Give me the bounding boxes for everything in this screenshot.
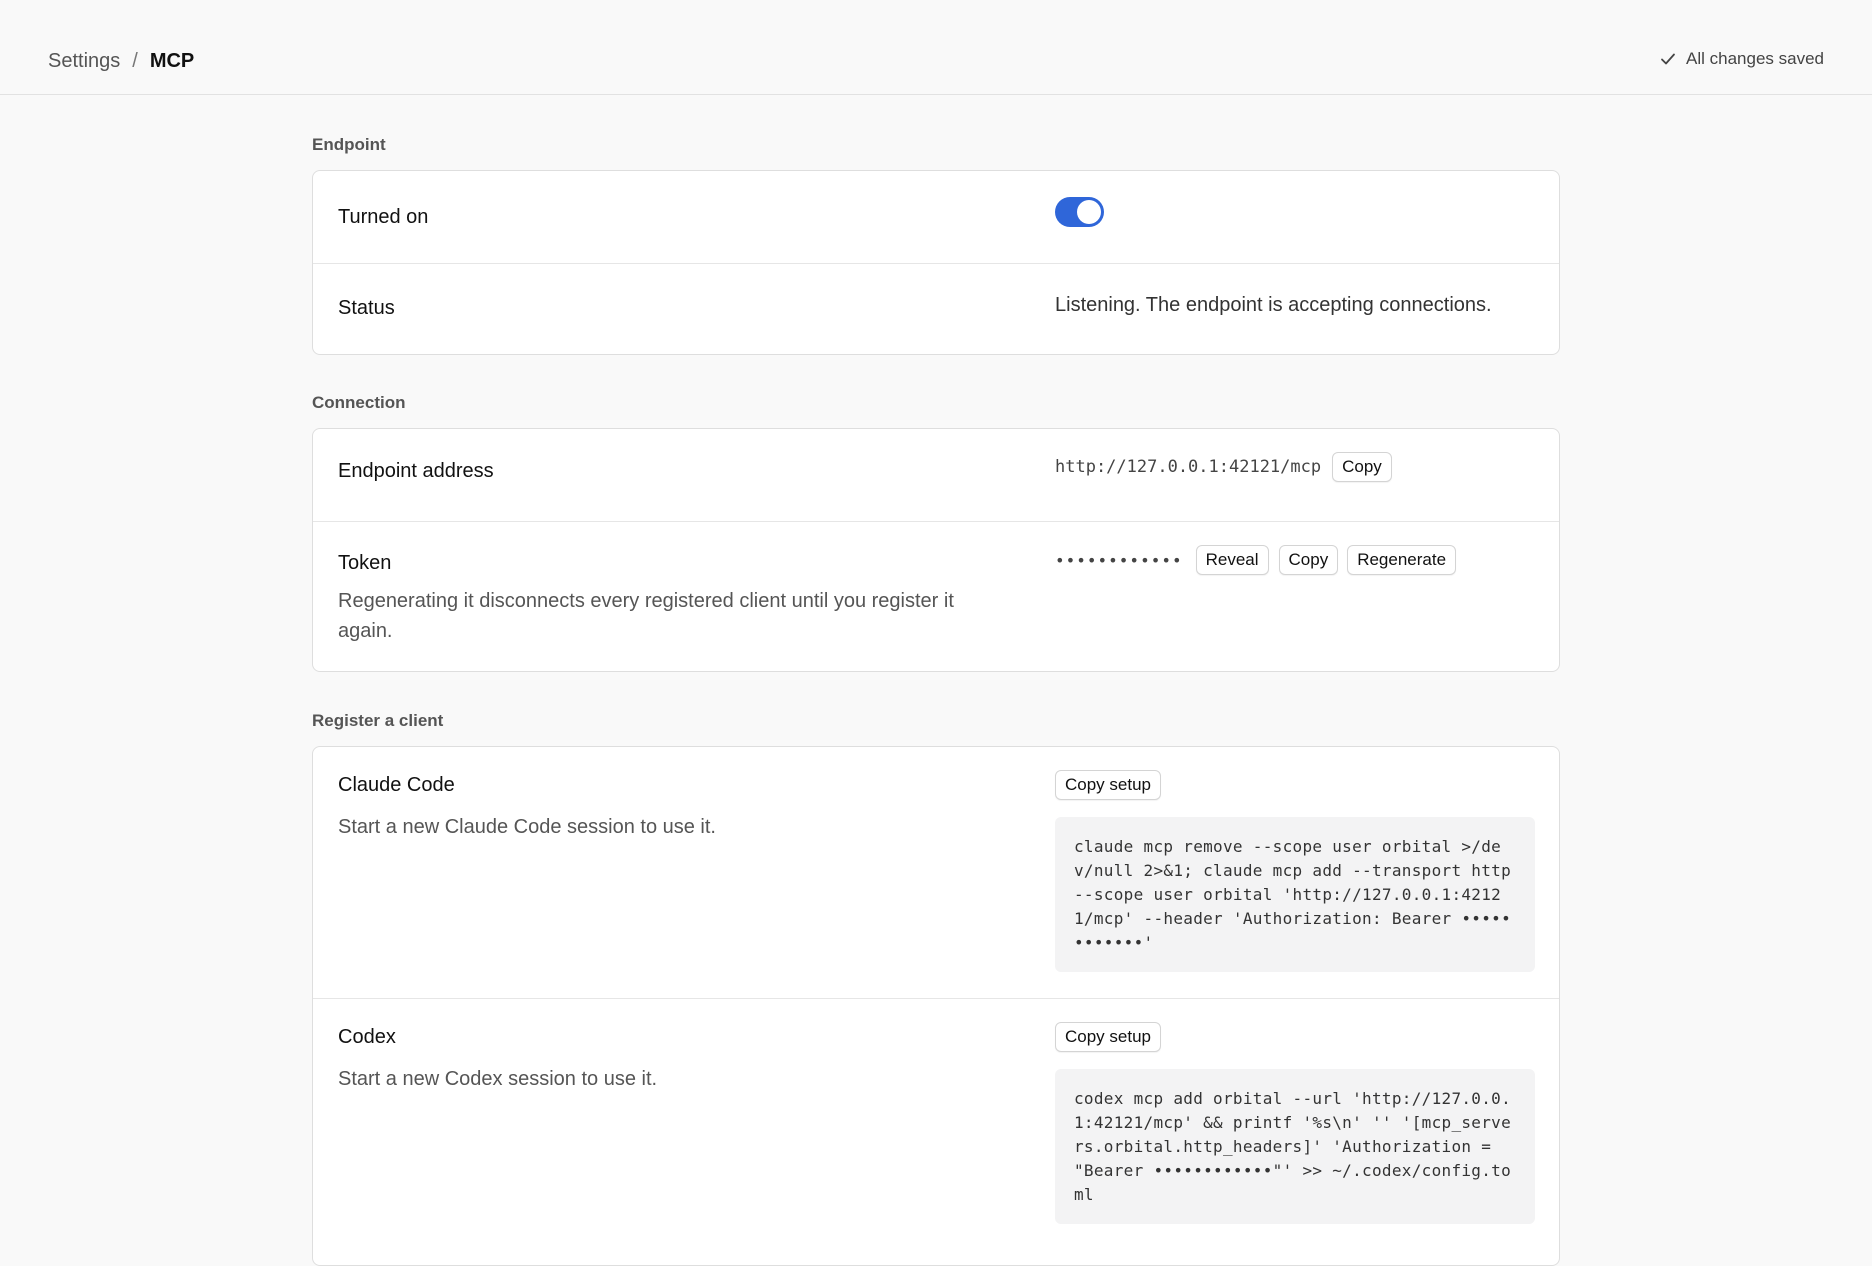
register-client-card: Claude Code Start a new Claude Code sess… — [312, 746, 1560, 1266]
connection-card: Endpoint address http://127.0.0.1:42121/… — [312, 428, 1560, 672]
client-row-claude-code: Claude Code Start a new Claude Code sess… — [313, 747, 1559, 998]
top-bar: Settings / MCP All changes saved — [0, 0, 1872, 95]
client-name: Codex — [338, 1026, 396, 1048]
section-title-connection: Connection — [312, 393, 406, 412]
token-label: Token — [338, 552, 392, 574]
copy-address-button[interactable]: Copy — [1332, 452, 1392, 482]
token-description: Regenerating it disconnects every regist… — [338, 590, 954, 642]
token-masked-value: •••••••••••• — [1055, 550, 1183, 570]
save-status: All changes saved — [1660, 48, 1824, 70]
client-description: Start a new Codex session to use it. — [338, 1068, 658, 1090]
breadcrumb-settings[interactable]: Settings — [48, 48, 120, 74]
setup-command-code-block[interactable]: codex mcp add orbital --url 'http://127.… — [1055, 1069, 1535, 1224]
breadcrumb: Settings / MCP — [48, 48, 194, 74]
row-token: Token Regenerating it disconnects every … — [313, 521, 1559, 671]
copy-token-button[interactable]: Copy — [1278, 545, 1339, 575]
section-title-endpoint: Endpoint — [312, 135, 386, 154]
turned-on-label: Turned on — [338, 206, 429, 228]
toggle-knob — [1077, 200, 1101, 224]
check-icon — [1661, 53, 1675, 65]
copy-setup-button[interactable]: Copy setup — [1055, 770, 1161, 800]
row-status: Status Listening. The endpoint is accept… — [313, 263, 1559, 354]
status-label: Status — [338, 297, 395, 319]
setup-command-code-block[interactable]: claude mcp remove --scope user orbital >… — [1055, 817, 1535, 972]
reveal-token-button[interactable]: Reveal — [1195, 545, 1269, 575]
endpoint-address-label: Endpoint address — [338, 460, 494, 482]
endpoint-card: Turned on Status Listening. The endpoint… — [312, 170, 1560, 355]
client-name: Claude Code — [338, 774, 455, 796]
row-endpoint-address: Endpoint address http://127.0.0.1:42121/… — [313, 429, 1559, 521]
regenerate-token-button[interactable]: Regenerate — [1347, 545, 1457, 575]
endpoint-address-value: http://127.0.0.1:42121/mcp — [1055, 457, 1322, 477]
section-title-register-client: Register a client — [312, 711, 444, 730]
endpoint-toggle[interactable] — [1055, 197, 1104, 227]
copy-setup-button[interactable]: Copy setup — [1055, 1022, 1161, 1052]
save-status-text: All changes saved — [1686, 49, 1824, 68]
breadcrumb-current-page: MCP — [149, 50, 195, 72]
client-row-codex: Codex Start a new Codex session to use i… — [313, 998, 1559, 1265]
breadcrumb-separator: / — [132, 50, 138, 72]
row-turned-on: Turned on — [313, 171, 1559, 263]
client-description: Start a new Claude Code session to use i… — [338, 816, 716, 838]
status-value: Listening. The endpoint is accepting con… — [1055, 294, 1492, 316]
